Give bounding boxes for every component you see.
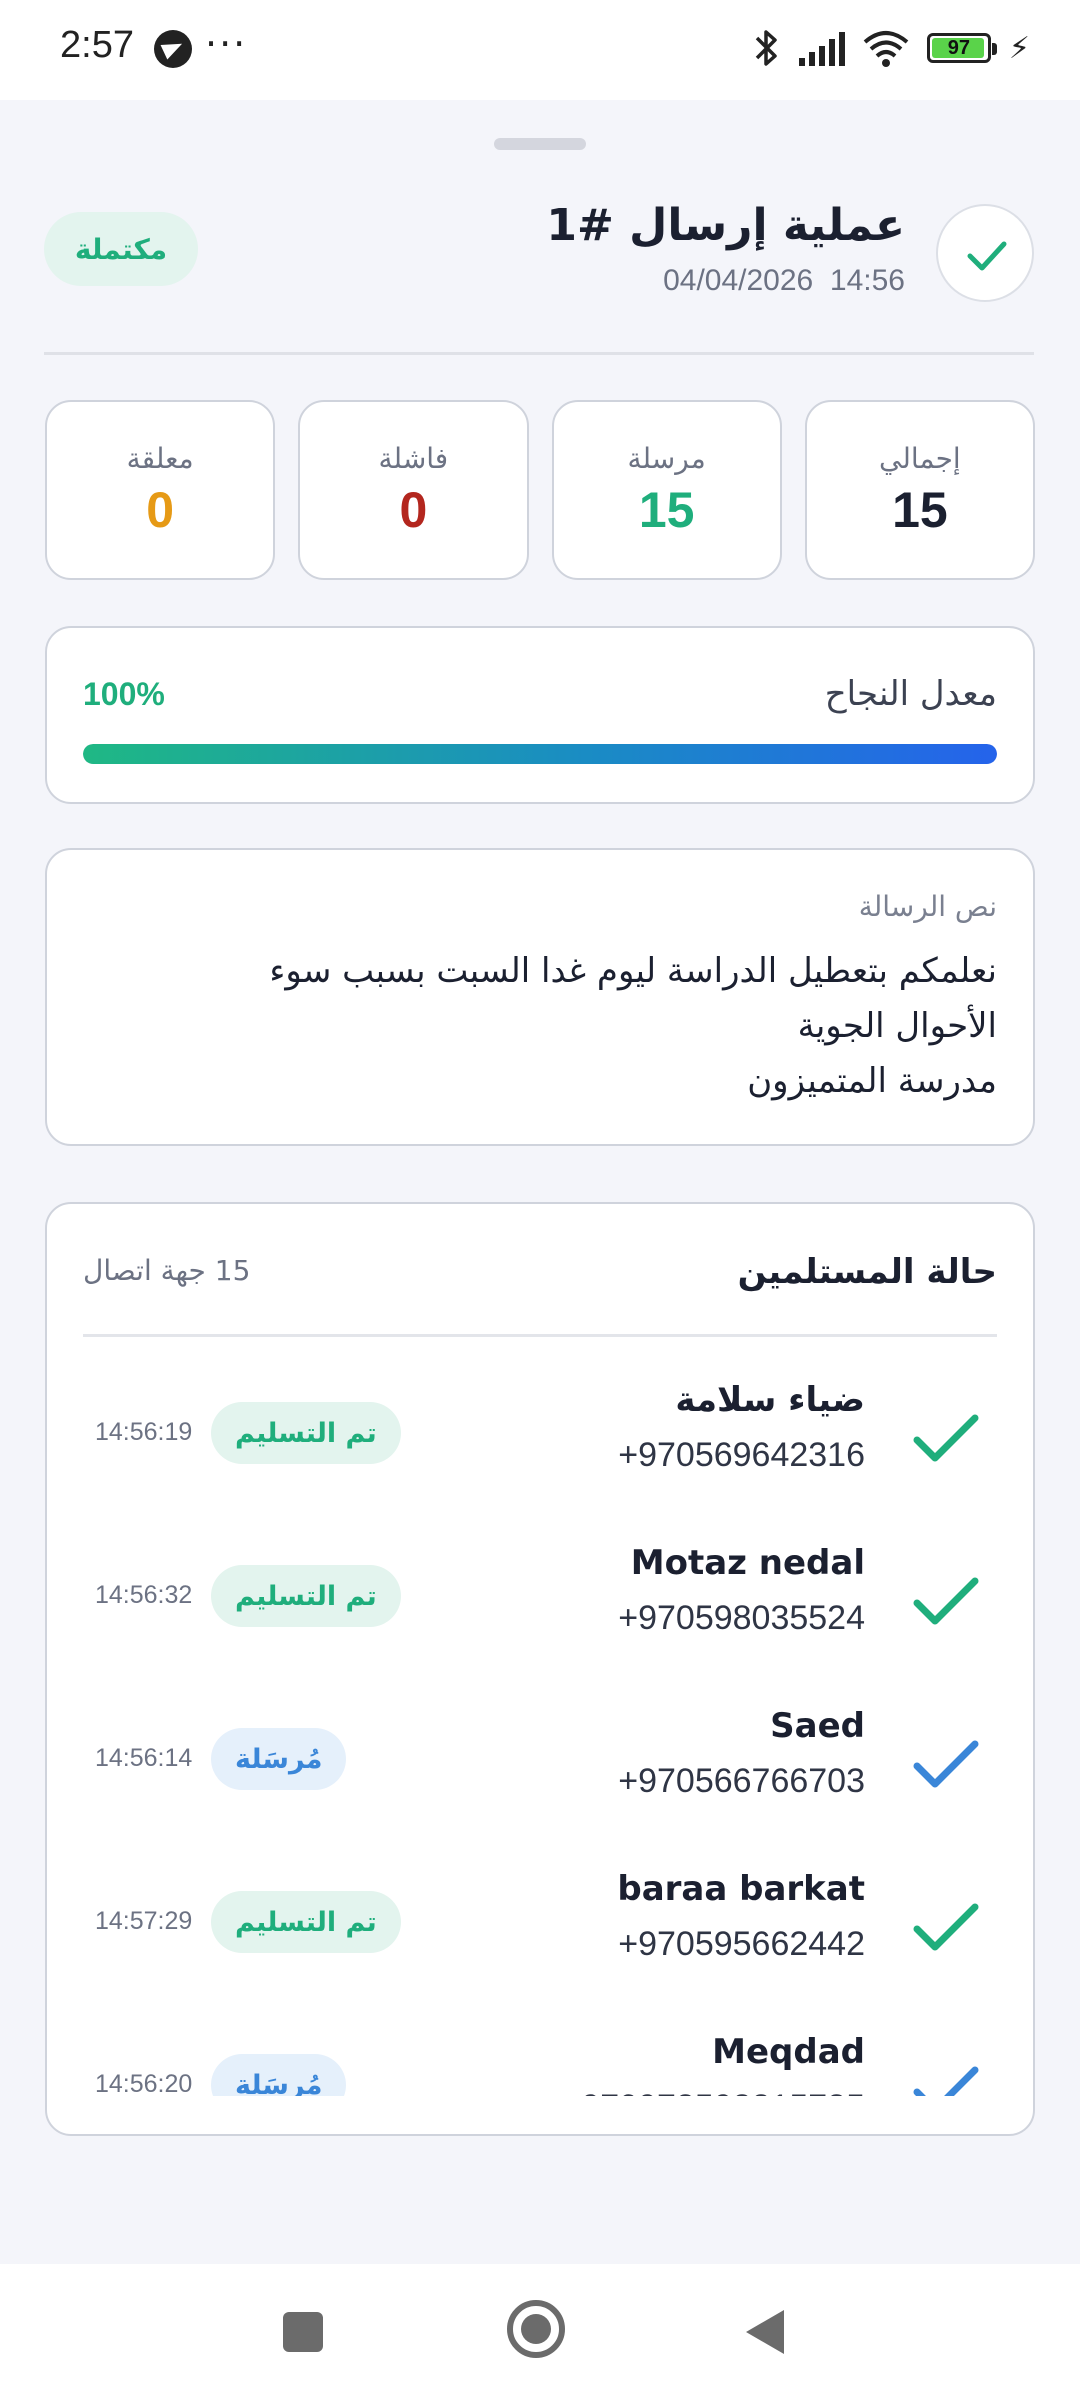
recipient-name: Saed bbox=[770, 1706, 865, 1746]
send-time: 14:56 bbox=[829, 264, 905, 297]
recipient-phone: +970598035524 bbox=[618, 1599, 865, 1637]
message-label: نص الرسالة bbox=[858, 890, 997, 923]
back-button[interactable] bbox=[746, 2310, 784, 2354]
message-body: نعلمكم بتعطيل الدراسة ليوم غدا السبت بسب… bbox=[83, 944, 997, 1109]
recipient-time: 14:56:19 bbox=[95, 1418, 193, 1446]
status-badge: مُرسَلة bbox=[211, 2054, 347, 2096]
recipients-list[interactable]: ضياء سلامة +970569642316 تم التسليم 14:5… bbox=[47, 1360, 1033, 2096]
charging-icon: ⚡ bbox=[1008, 30, 1030, 66]
message-line: نعلمكم بتعطيل الدراسة ليوم غدا السبت بسب… bbox=[269, 951, 997, 991]
delivered-check-icon bbox=[913, 1414, 979, 1462]
recipient-time: 14:56:20 bbox=[95, 2070, 193, 2096]
stat-label: فاشلة bbox=[378, 441, 449, 475]
signal-icon bbox=[798, 30, 845, 66]
sent-check-icon bbox=[913, 2066, 979, 2096]
status-icons: 97 ⚡ bbox=[753, 26, 1030, 70]
recipient-phone: +970972598215785 bbox=[562, 2088, 866, 2096]
more-notifications-icon: ··· bbox=[205, 22, 248, 66]
navigation-bar bbox=[0, 2264, 1080, 2400]
stat-total: إجمالي 15 bbox=[804, 400, 1035, 580]
delivered-check-icon bbox=[913, 1903, 979, 1951]
status-badge: تم التسليم bbox=[211, 1565, 401, 1627]
delivered-check-icon bbox=[913, 1577, 979, 1625]
list-item[interactable]: baraa barkat +970595662442 تم التسليم 14… bbox=[47, 1849, 1033, 2012]
stat-label: معلقة bbox=[126, 441, 194, 475]
success-progress-fill bbox=[83, 744, 997, 764]
bluetooth-icon bbox=[755, 30, 777, 66]
recipient-name: Motaz nedal bbox=[630, 1543, 865, 1583]
page-title: عملية إرسال #1 bbox=[546, 200, 905, 251]
recipient-phone: +970569642316 bbox=[618, 1436, 865, 1474]
status-badge: مُرسَلة bbox=[211, 1728, 347, 1790]
recipients-count: 15 جهة اتصال bbox=[83, 1254, 251, 1287]
recipient-time: 14:57:29 bbox=[95, 1907, 193, 1935]
stat-label: إجمالي bbox=[879, 441, 961, 475]
success-rate-percent: 100% bbox=[83, 676, 165, 712]
status-time: 2:57 bbox=[60, 24, 134, 66]
stat-value: 15 bbox=[892, 481, 948, 538]
recipient-name: Meqdad bbox=[712, 2032, 865, 2072]
battery-icon: 97 bbox=[926, 33, 997, 63]
recipient-phone: +970595662442 bbox=[618, 1925, 865, 1963]
status-badge: تم التسليم bbox=[211, 1891, 401, 1953]
check-circle-icon bbox=[936, 204, 1034, 302]
message-line: مدرسة المتميزون bbox=[747, 1061, 997, 1101]
success-rate-label: معدل النجاح bbox=[824, 674, 997, 714]
success-rate-card: معدل النجاح 100% bbox=[45, 626, 1035, 804]
recipient-time: 14:56:32 bbox=[95, 1581, 193, 1609]
stat-pending: معلقة 0 bbox=[45, 400, 276, 580]
stat-value: 15 bbox=[638, 481, 695, 538]
bottom-sheet: عملية إرسال #1 04/04/2026 14:56 مكتملة إ… bbox=[0, 104, 1080, 2264]
header-divider bbox=[44, 352, 1034, 355]
home-button[interactable] bbox=[507, 2300, 565, 2358]
sent-check-icon bbox=[913, 1740, 979, 1788]
drag-handle[interactable] bbox=[494, 138, 586, 150]
status-badge: مكتملة bbox=[44, 212, 198, 286]
stat-sent: مرسلة 15 bbox=[551, 400, 782, 580]
stats-row: إجمالي 15 مرسلة 15 فاشلة 0 معلقة 0 bbox=[45, 400, 1035, 580]
battery-level: 97 bbox=[947, 36, 971, 59]
stat-label: مرسلة bbox=[627, 441, 706, 475]
list-item[interactable]: Saed +970566766703 مُرسَلة 14:56:14 bbox=[47, 1686, 1033, 1849]
message-card: نص الرسالة نعلمكم بتعطيل الدراسة ليوم غد… bbox=[45, 848, 1035, 1146]
stat-value: 0 bbox=[146, 481, 175, 538]
recipient-name: ضياء سلامة bbox=[675, 1380, 865, 1420]
send-datetime: 04/04/2026 14:56 bbox=[663, 264, 905, 298]
message-line: الأحوال الجوية bbox=[797, 1006, 997, 1046]
success-progress-track bbox=[83, 744, 997, 764]
status-badge: تم التسليم bbox=[211, 1402, 401, 1464]
recipients-card: حالة المستلمين 15 جهة اتصال ضياء سلامة +… bbox=[45, 1202, 1035, 2136]
recipient-name: baraa barkat bbox=[617, 1869, 865, 1909]
stat-failed: فاشلة 0 bbox=[298, 400, 529, 580]
send-date: 04/04/2026 bbox=[663, 264, 814, 297]
list-item[interactable]: Motaz nedal +970598035524 تم التسليم 14:… bbox=[47, 1523, 1033, 1686]
list-item[interactable]: ضياء سلامة +970569642316 تم التسليم 14:5… bbox=[47, 1360, 1033, 1523]
wifi-icon bbox=[863, 31, 909, 67]
recipient-time: 14:56:14 bbox=[95, 1744, 193, 1772]
recents-button[interactable] bbox=[283, 2312, 323, 2352]
stat-value: 0 bbox=[399, 481, 428, 538]
list-item[interactable]: Meqdad +970972598215785 مُرسَلة 14:56:20 bbox=[47, 2012, 1033, 2096]
recipients-divider bbox=[83, 1334, 997, 1337]
recipients-title: حالة المستلمين bbox=[737, 1252, 997, 1292]
status-bar: 2:57 ··· 97 ⚡ bbox=[0, 0, 1080, 100]
recipient-phone: +970566766703 bbox=[618, 1762, 865, 1800]
telegram-icon bbox=[154, 30, 192, 68]
